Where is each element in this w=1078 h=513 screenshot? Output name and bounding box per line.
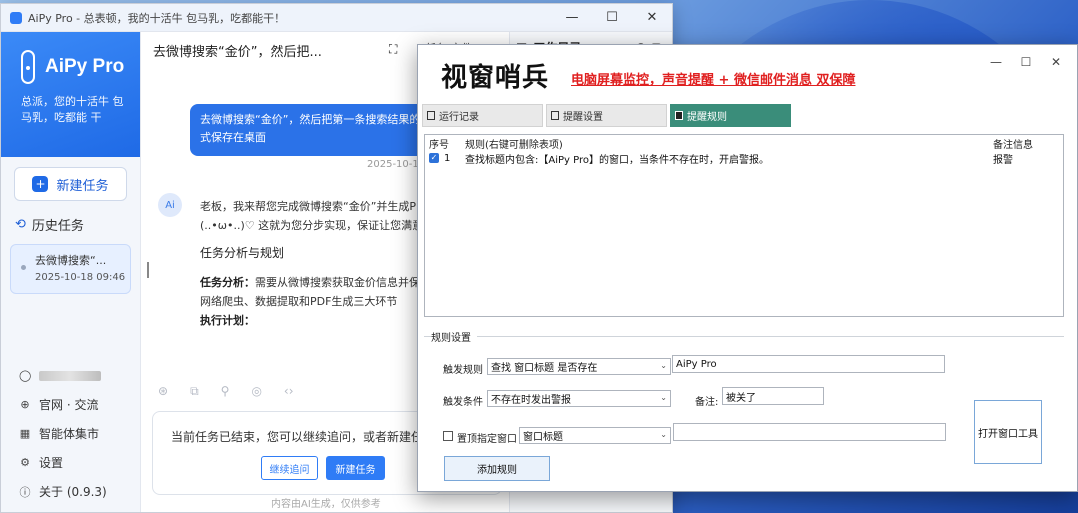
sentinel-tabs: 运行记录 提醒设置 提醒规则 (422, 104, 791, 127)
doc-icon (675, 111, 683, 120)
tab-alert-settings[interactable]: 提醒设置 (546, 104, 667, 127)
pin-icon[interactable]: ⚲ (221, 384, 230, 399)
sidebar-item-about[interactable]: ⓘ 关于 (0.9.3) (1, 477, 141, 506)
window-title: AiPy Pro - 总表顿，我的十活牛 包马乳，吃都能干！ (28, 11, 286, 25)
info-icon: ⓘ (19, 485, 31, 499)
plus-icon: + (32, 176, 49, 192)
row-checkbox[interactable]: ✓ (429, 153, 439, 163)
rules-table[interactable]: 序号 规则(右键可删除表项) 备注信息 ✓ 1 查找标题内包含:【AiPy Pro… (424, 134, 1064, 317)
doc-icon (551, 111, 559, 120)
tab-label: 提醒设置 (563, 112, 603, 123)
history-item[interactable]: 去微博搜索“... 2025-10-18 09:46 (10, 244, 131, 294)
sidebar-item-settings[interactable]: ⚙ 设置 (1, 448, 141, 477)
select-value: 查找 窗口标题 是否存在 (491, 363, 598, 374)
doc-icon (427, 111, 435, 120)
bind-window-checkbox[interactable] (443, 431, 453, 441)
sidebar-item-market[interactable]: ▦ 智能体集市 (1, 419, 141, 448)
new-task-inline-button[interactable]: 新建任务 (326, 456, 385, 480)
sentinel-title: 视窗哨兵 (441, 62, 550, 92)
column-header: 序号 (429, 139, 449, 151)
app-logo-icon (10, 11, 22, 24)
group-label: 规则设置 (431, 329, 477, 344)
chevron-down-icon: ⌄ (660, 361, 667, 370)
history-header: ⟲ 历史任务 (1, 201, 140, 234)
row-index: 1 (444, 153, 451, 164)
tab-label: 运行记录 (439, 112, 479, 123)
divider (424, 336, 1064, 337)
disclaimer: 内容由AI生成，仅供参考 (271, 499, 381, 510)
input-status-text: 当前任务已结束，您可以继续追问，或者新建任务 (171, 430, 436, 444)
aipy-titlebar: AiPy Pro - 总表顿，我的十活牛 包马乳，吃都能干！ — ☐ ✕ (1, 4, 672, 32)
username-blurred (39, 370, 101, 381)
history-icon: ⟲ (15, 217, 26, 232)
sidebar-item-label: 智能体集市 (39, 427, 100, 441)
sidebar-item-user[interactable]: ◯ (1, 361, 141, 390)
assistant-avatar: Ai (158, 193, 182, 217)
sidebar: AiPy Pro 总派，您的十活牛 包马乳，吃都能 干 + 新建任务 ⟲ 历史任… (1, 32, 141, 512)
sidebar-item-label: 关于 (0.9.3) (39, 485, 107, 499)
maximize-button[interactable]: ☐ (1011, 55, 1041, 69)
minimize-button[interactable]: — (552, 4, 592, 32)
trigger-rule-text[interactable]: AiPy Pro (672, 355, 945, 373)
brand-name: AiPy Pro (45, 56, 125, 77)
table-header: 序号 规则(右键可删除表项) 备注信息 (425, 135, 1063, 151)
open-window-tool-button[interactable]: 打开窗口工具 (974, 400, 1042, 464)
trigger-cond-select[interactable]: 不存在时发出警报 ⌄ (487, 390, 671, 407)
trigger-rule-select[interactable]: 查找 窗口标题 是否存在 ⌄ (487, 358, 671, 375)
user-icon: ◯ (19, 369, 32, 382)
history-item-title: 去微博搜索“... (35, 254, 107, 267)
share-icon[interactable]: ⛶ (389, 42, 397, 57)
bind-window-label: 置顶指定窗口 (457, 434, 517, 445)
brand-panel: AiPy Pro 总派，您的十活牛 包马乳，吃都能 干 (1, 32, 140, 157)
note-field[interactable]: 被关了 (722, 387, 824, 405)
minimize-button[interactable]: — (981, 55, 1011, 69)
tab-label: 提醒规则 (687, 112, 727, 123)
table-row[interactable]: ✓ 1 查找标题内包含:【AiPy Pro】的窗口，当条件不存在时，开启警报。 报… (425, 151, 1063, 166)
sentinel-subtitle: 电脑屏幕监控，声音提醒 + 微信邮件消息 双保障 (571, 73, 856, 88)
layers-icon[interactable]: ⧉ (190, 384, 199, 399)
sidebar-item-website[interactable]: ⊕ 官网 · 交流 (1, 390, 141, 419)
tab-alert-rules[interactable]: 提醒规则 (670, 104, 791, 127)
bind-window-text[interactable] (673, 423, 946, 441)
history-dot-icon (21, 265, 26, 270)
analysis-label: 任务分析： (200, 276, 255, 289)
splitter-handle[interactable] (147, 262, 149, 278)
continue-button[interactable]: 继续追问 (261, 456, 318, 480)
globe-icon: ⊕ (20, 398, 30, 411)
attach-icon[interactable]: ⊛ (158, 384, 168, 399)
row-rule: 查找标题内包含:【AiPy Pro】的窗口，当条件不存在时，开启警报。 (465, 155, 769, 166)
grid-icon: ▦ (19, 427, 31, 440)
close-button[interactable]: ✕ (1041, 55, 1071, 69)
select-value: 窗口标题 (523, 432, 563, 443)
tab-run-log[interactable]: 运行记录 (422, 104, 543, 127)
column-header: 备注信息 (993, 139, 1033, 151)
brand-logo-icon (21, 50, 35, 84)
note-label: 备注: (695, 397, 719, 408)
signal-icon[interactable]: ◎ (251, 384, 261, 399)
column-header: 规则(右键可删除表项) (465, 139, 563, 151)
history-label: 历史任务 (31, 219, 84, 234)
new-task-label: 新建任务 (56, 178, 109, 194)
row-note: 报警 (993, 155, 1013, 166)
input-toolbar: ⊛ ⧉ ⚲ ◎ ‹› (158, 384, 294, 399)
sidebar-menu: ◯ ⊕ 官网 · 交流 ▦ 智能体集市 ⚙ 设置 ⓘ 关于 (0.9.3) (1, 361, 141, 506)
sidebar-item-label: 官网 · 交流 (39, 398, 99, 412)
select-value: 不存在时发出警报 (491, 395, 571, 406)
chevron-down-icon: ⌄ (660, 393, 667, 402)
bind-window-select[interactable]: 窗口标题 ⌄ (519, 427, 671, 444)
close-button[interactable]: ✕ (632, 4, 672, 32)
code-icon[interactable]: ‹› (284, 384, 294, 399)
sentinel-window: 视窗哨兵 电脑屏幕监控，声音提醒 + 微信邮件消息 双保障 — ☐ ✕ 运行记录… (417, 44, 1078, 492)
new-task-button[interactable]: + 新建任务 (14, 167, 127, 201)
brand-slogan: 总派，您的十活牛 包马乳，吃都能 干 (21, 95, 124, 124)
history-item-date: 2025-10-18 09:46 (35, 272, 126, 283)
trigger-cond-label: 触发条件 (443, 397, 483, 408)
add-rule-button[interactable]: 添加规则 (444, 456, 550, 481)
gear-icon: ⚙ (20, 456, 30, 469)
sidebar-item-label: 设置 (39, 456, 64, 470)
maximize-button[interactable]: ☐ (592, 4, 632, 32)
trigger-rule-label: 触发规则 (443, 365, 483, 376)
chevron-down-icon: ⌄ (660, 430, 667, 439)
